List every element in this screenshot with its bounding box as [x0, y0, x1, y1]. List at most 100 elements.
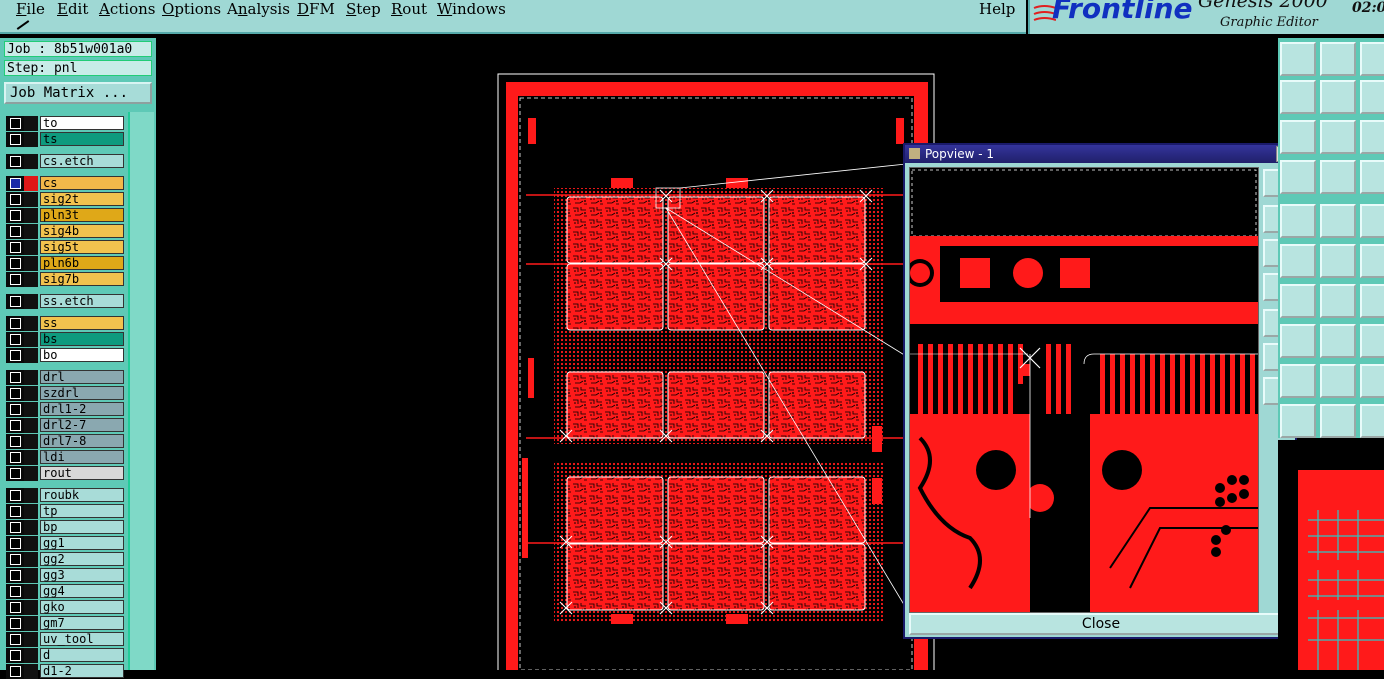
layer-checkbox[interactable] — [10, 634, 21, 645]
layer-name[interactable]: cs — [40, 176, 124, 190]
layer-color-swatch[interactable] — [24, 154, 38, 169]
minus-icon[interactable] — [1320, 324, 1356, 358]
layer-row[interactable]: drl7-8 — [4, 434, 126, 449]
layer-color-swatch[interactable] — [24, 488, 38, 503]
menu-dfm[interactable]: DFM — [297, 0, 335, 18]
layer-name[interactable]: gg4 — [40, 584, 124, 598]
layer-checkbox[interactable] — [10, 334, 21, 345]
job-matrix-button[interactable]: Job Matrix ... — [4, 82, 152, 104]
layer-row[interactable]: drl — [4, 370, 126, 385]
layer-color-swatch[interactable] — [24, 272, 38, 287]
layer-checkbox[interactable] — [10, 404, 21, 415]
pan-icon[interactable] — [1360, 42, 1384, 76]
rotate-icon[interactable] — [1360, 284, 1384, 318]
layer-color-swatch[interactable] — [24, 348, 38, 363]
layer-checkbox[interactable] — [10, 570, 21, 581]
layer-name[interactable]: uv_tool — [40, 632, 124, 646]
menu-windows[interactable]: Windows — [437, 0, 506, 18]
layer-name[interactable]: ldi — [40, 450, 124, 464]
layer-name[interactable]: ss.etch — [40, 294, 124, 308]
popview-close-button[interactable]: Close — [909, 613, 1293, 635]
layer-row[interactable]: cs — [4, 176, 126, 191]
layer-row[interactable]: d1-2 — [4, 664, 126, 679]
layer-color-swatch[interactable] — [24, 192, 38, 207]
layer-name[interactable]: gg1 — [40, 536, 124, 550]
layer-name[interactable]: to — [40, 116, 124, 130]
select-icon[interactable] — [1320, 404, 1356, 438]
layer-checkbox[interactable] — [10, 452, 21, 463]
layer-color-swatch[interactable] — [24, 224, 38, 239]
window-menu-icon[interactable] — [909, 148, 920, 159]
layer-color-swatch[interactable] — [24, 402, 38, 417]
layer-row[interactable]: szdrl — [4, 386, 126, 401]
layer-row[interactable]: d — [4, 648, 126, 663]
menu-step[interactable]: Step — [346, 0, 381, 18]
select-icon[interactable] — [1280, 404, 1316, 438]
layer-name[interactable]: sig5t — [40, 240, 124, 254]
layer-row[interactable]: to — [4, 116, 126, 131]
layer-row[interactable]: gg2 — [4, 552, 126, 567]
layer-name[interactable]: ss — [40, 316, 124, 330]
layer-row[interactable]: sig5t — [4, 240, 126, 255]
layer-name[interactable]: pln3t — [40, 208, 124, 222]
layer-color-swatch[interactable] — [24, 632, 38, 647]
layer-row[interactable]: sig2t — [4, 192, 126, 207]
menu-edit[interactable]: Edit — [57, 0, 88, 18]
layer-row[interactable]: drl1-2 — [4, 402, 126, 417]
edit-icon[interactable] — [1280, 204, 1316, 238]
layer-name[interactable]: sig4b — [40, 224, 124, 238]
layer-row[interactable]: cs.etch — [4, 154, 126, 169]
layer-name[interactable]: d1-2 — [40, 664, 124, 678]
layer-checkbox[interactable] — [10, 538, 21, 549]
zoom-fit-icon[interactable] — [1280, 120, 1316, 154]
layer-checkbox[interactable] — [10, 318, 21, 329]
menu-help[interactable]: Help — [979, 0, 1015, 18]
layer-row[interactable]: tp — [4, 504, 126, 519]
layer-name[interactable]: roubk — [40, 488, 124, 502]
layer-row[interactable]: bs — [4, 332, 126, 347]
layer-name[interactable]: gg3 — [40, 568, 124, 582]
zoom-area-icon[interactable] — [1320, 120, 1356, 154]
pan-left-icon[interactable] — [1280, 80, 1316, 114]
layer-color-swatch[interactable] — [24, 552, 38, 567]
triangle-icon[interactable] — [1320, 364, 1356, 398]
layer-name[interactable]: ts — [40, 132, 124, 146]
layer-color-swatch[interactable] — [24, 434, 38, 449]
layer-checkbox[interactable] — [10, 350, 21, 361]
pan-right-icon[interactable] — [1320, 80, 1356, 114]
layer-color-swatch[interactable] — [24, 616, 38, 631]
pad-icon[interactable] — [1280, 244, 1316, 278]
align-icon[interactable] — [1360, 324, 1384, 358]
layer-checkbox[interactable] — [10, 274, 21, 285]
layer-name[interactable]: drl — [40, 370, 124, 384]
layer-checkbox[interactable] — [10, 242, 21, 253]
layer-color-swatch[interactable] — [24, 466, 38, 481]
layer-checkbox[interactable] — [10, 178, 21, 189]
layer-name[interactable]: bs — [40, 332, 124, 346]
layer-checkbox[interactable] — [10, 194, 21, 205]
layer-checkbox[interactable] — [10, 586, 21, 597]
layer-checkbox[interactable] — [10, 522, 21, 533]
layer-color-swatch[interactable] — [24, 240, 38, 255]
layer-row[interactable]: pln6b — [4, 256, 126, 271]
layer-color-swatch[interactable] — [24, 504, 38, 519]
layer-checkbox[interactable] — [10, 666, 21, 677]
layer-color-swatch[interactable] — [24, 536, 38, 551]
layer-row[interactable]: pln3t — [4, 208, 126, 223]
menu-actions[interactable]: Actions — [99, 0, 155, 18]
layer-checkbox[interactable] — [10, 226, 21, 237]
polygon-icon[interactable] — [1360, 364, 1384, 398]
overview-map[interactable] — [1278, 440, 1384, 670]
zoom-in-icon[interactable] — [1280, 42, 1316, 76]
layer-checkbox[interactable] — [10, 118, 21, 129]
layer-checkbox[interactable] — [10, 490, 21, 501]
zoom-out-icon[interactable] — [1320, 42, 1356, 76]
layer-name[interactable]: sig7b — [40, 272, 124, 286]
layer-checkbox[interactable] — [10, 296, 21, 307]
grid-icon[interactable] — [1360, 160, 1384, 194]
layer-checkbox[interactable] — [10, 602, 21, 613]
ruler-icon[interactable] — [1360, 204, 1384, 238]
select-icon[interactable] — [1360, 404, 1384, 438]
undo-icon[interactable] — [1360, 80, 1384, 114]
layer-color-swatch[interactable] — [24, 294, 38, 309]
